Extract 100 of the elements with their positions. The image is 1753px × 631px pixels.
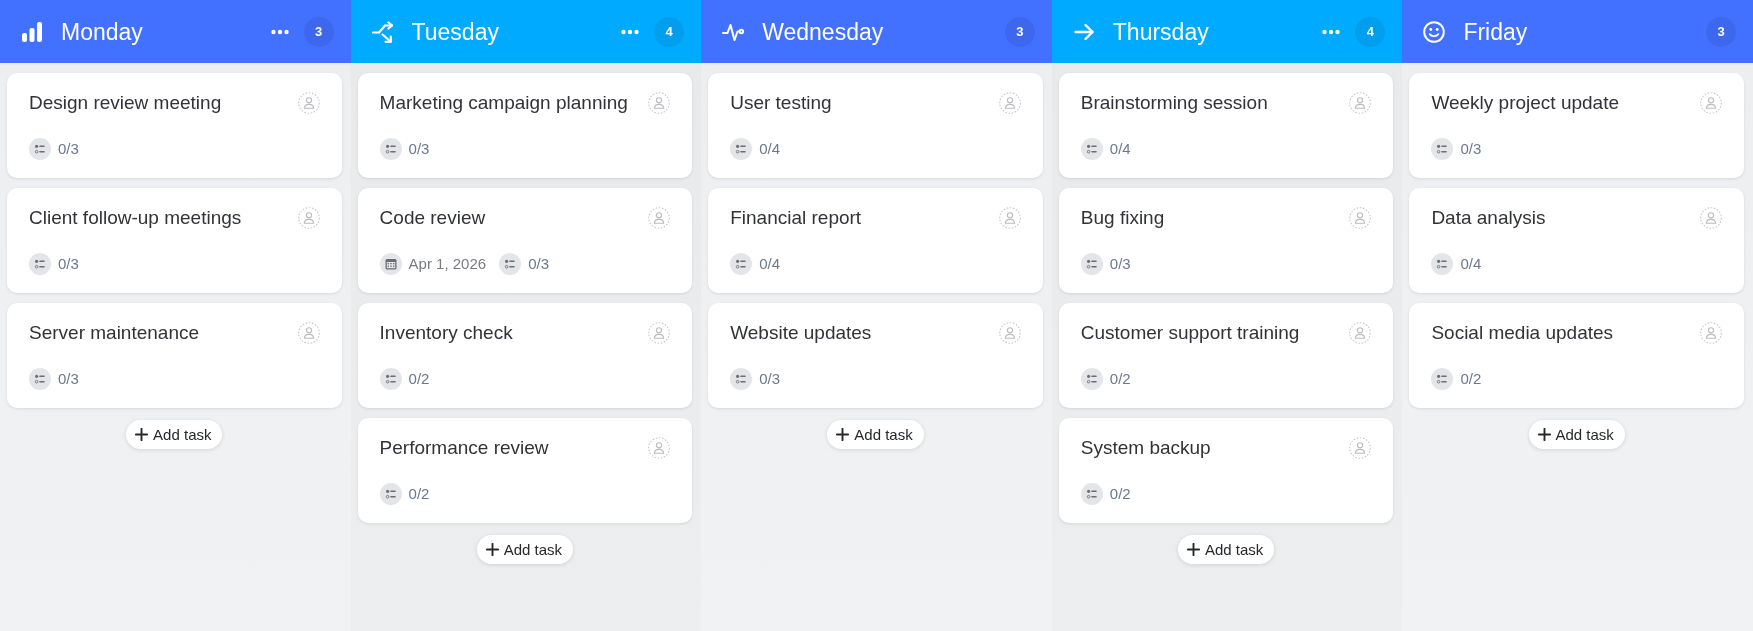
task-card[interactable]: User testing 0/4 (708, 73, 1043, 178)
add-task-button[interactable]: Add task (1177, 535, 1275, 564)
person-placeholder-icon[interactable] (998, 91, 1021, 114)
task-title: Brainstorming session (1080, 91, 1268, 114)
person-placeholder-icon[interactable] (648, 206, 671, 229)
person-placeholder-icon[interactable] (648, 436, 671, 459)
checklist-icon (730, 368, 753, 390)
task-title: User testing (730, 91, 832, 114)
add-task-button[interactable]: Add task (827, 420, 924, 449)
count-badge: 3 (1004, 16, 1035, 47)
add-task-button[interactable]: Add task (476, 535, 574, 564)
calendar-icon (379, 253, 402, 275)
checklist-count: 0/4 (759, 255, 781, 273)
task-title: Client follow-up meetings (29, 206, 242, 229)
task-card[interactable]: Inventory check 0/2 (357, 303, 693, 408)
task-title: Financial report (730, 206, 862, 229)
person-placeholder-icon[interactable] (297, 321, 320, 344)
checklist-count: 0/4 (759, 140, 781, 158)
column-title: Tuesday (411, 17, 500, 46)
task-card[interactable]: Bug fixing 0/3 (1058, 188, 1394, 293)
checklist-count: 0/4 (1460, 255, 1482, 273)
task-card[interactable]: Performance review 0/2 (357, 418, 693, 523)
checklist-icon (1431, 253, 1454, 275)
task-card[interactable]: Code review Apr 1, 2026 0/3 (357, 188, 693, 293)
task-card[interactable]: Brainstorming session 0/4 (1058, 73, 1394, 178)
checklist-count: 0/2 (408, 485, 430, 503)
task-card[interactable]: Social media updates 0/2 (1409, 303, 1744, 408)
checklist-count: 0/3 (1460, 140, 1482, 158)
task-title: Website updates (730, 321, 872, 344)
more-icon[interactable] (270, 28, 289, 35)
person-placeholder-icon[interactable] (1349, 206, 1372, 229)
column-title: Friday (1463, 17, 1529, 46)
bar-chart-icon (21, 20, 43, 43)
count-badge: 3 (303, 16, 334, 47)
task-card[interactable]: Weekly project update 0/3 (1409, 73, 1744, 178)
person-placeholder-icon[interactable] (648, 321, 671, 344)
person-placeholder-icon[interactable] (297, 206, 320, 229)
task-card[interactable]: Design review meeting 0/3 (7, 73, 342, 178)
count-badge: 4 (654, 16, 685, 47)
task-title: Marketing campaign planning (379, 91, 628, 114)
person-placeholder-icon[interactable] (998, 321, 1021, 344)
checklist-icon (1431, 368, 1454, 390)
person-placeholder-icon[interactable] (648, 91, 671, 114)
person-placeholder-icon[interactable] (998, 206, 1021, 229)
checklist-count: 0/2 (1109, 485, 1131, 503)
person-placeholder-icon[interactable] (1700, 206, 1722, 229)
person-placeholder-icon[interactable] (1700, 321, 1722, 344)
checklist-icon (730, 253, 753, 275)
checklist-count: 0/3 (759, 370, 781, 388)
more-icon[interactable] (621, 28, 640, 35)
plus-icon (485, 543, 499, 556)
checklist-count: 0/3 (408, 140, 430, 158)
checklist-count: 0/3 (58, 370, 79, 388)
task-card[interactable]: System backup 0/2 (1058, 418, 1394, 523)
person-placeholder-icon[interactable] (1700, 91, 1722, 114)
checklist-icon (1080, 138, 1103, 160)
task-card[interactable]: Client follow-up meetings 0/3 (7, 188, 342, 293)
checklist-count: 0/3 (58, 140, 79, 158)
column-title: Thursday (1112, 17, 1210, 46)
checklist-icon (499, 253, 522, 275)
plus-icon (135, 428, 149, 441)
count-badge: 3 (1706, 16, 1736, 47)
task-title: Social media updates (1431, 321, 1614, 344)
task-card[interactable]: Website updates 0/3 (708, 303, 1043, 408)
person-placeholder-icon[interactable] (1349, 321, 1372, 344)
person-placeholder-icon[interactable] (297, 91, 320, 114)
checklist-icon (29, 368, 51, 390)
task-card[interactable]: Customer support training 0/2 (1058, 303, 1394, 408)
task-card[interactable]: Data analysis 0/4 (1409, 188, 1744, 293)
more-icon[interactable] (1322, 28, 1341, 35)
add-task-button[interactable]: Add task (1528, 420, 1625, 449)
add-task-button[interactable]: Add task (126, 420, 223, 449)
column-title: Monday (61, 17, 144, 46)
checklist-icon (1431, 138, 1454, 160)
checklist-icon (379, 368, 402, 390)
task-card[interactable]: Marketing campaign planning 0/3 (357, 73, 693, 178)
task-card[interactable]: Financial report 0/4 (708, 188, 1043, 293)
checklist-icon (379, 483, 402, 505)
plus-icon (836, 428, 850, 441)
split-arrows-icon (371, 20, 394, 43)
person-placeholder-icon[interactable] (1349, 91, 1372, 114)
checklist-icon (379, 138, 402, 160)
checklist-icon (1080, 483, 1103, 505)
checklist-count: 0/2 (1109, 370, 1131, 388)
plus-icon (1186, 543, 1200, 556)
task-card[interactable]: Server maintenance 0/3 (7, 303, 342, 408)
task-title: Data analysis (1431, 206, 1546, 229)
person-placeholder-icon[interactable] (1349, 436, 1372, 459)
checklist-count: 0/3 (528, 255, 549, 273)
plus-icon (1537, 428, 1551, 441)
checklist-count: 0/2 (408, 370, 430, 388)
checklist-icon (29, 253, 51, 275)
checklist-icon (1080, 368, 1103, 390)
task-title: System backup (1080, 436, 1211, 459)
checklist-count: 0/2 (1460, 370, 1482, 388)
task-title: Bug fixing (1080, 206, 1165, 229)
checklist-icon (29, 138, 51, 160)
smiley-icon (1423, 20, 1446, 43)
task-title: Code review (379, 206, 486, 229)
checklist-icon (1080, 253, 1103, 275)
